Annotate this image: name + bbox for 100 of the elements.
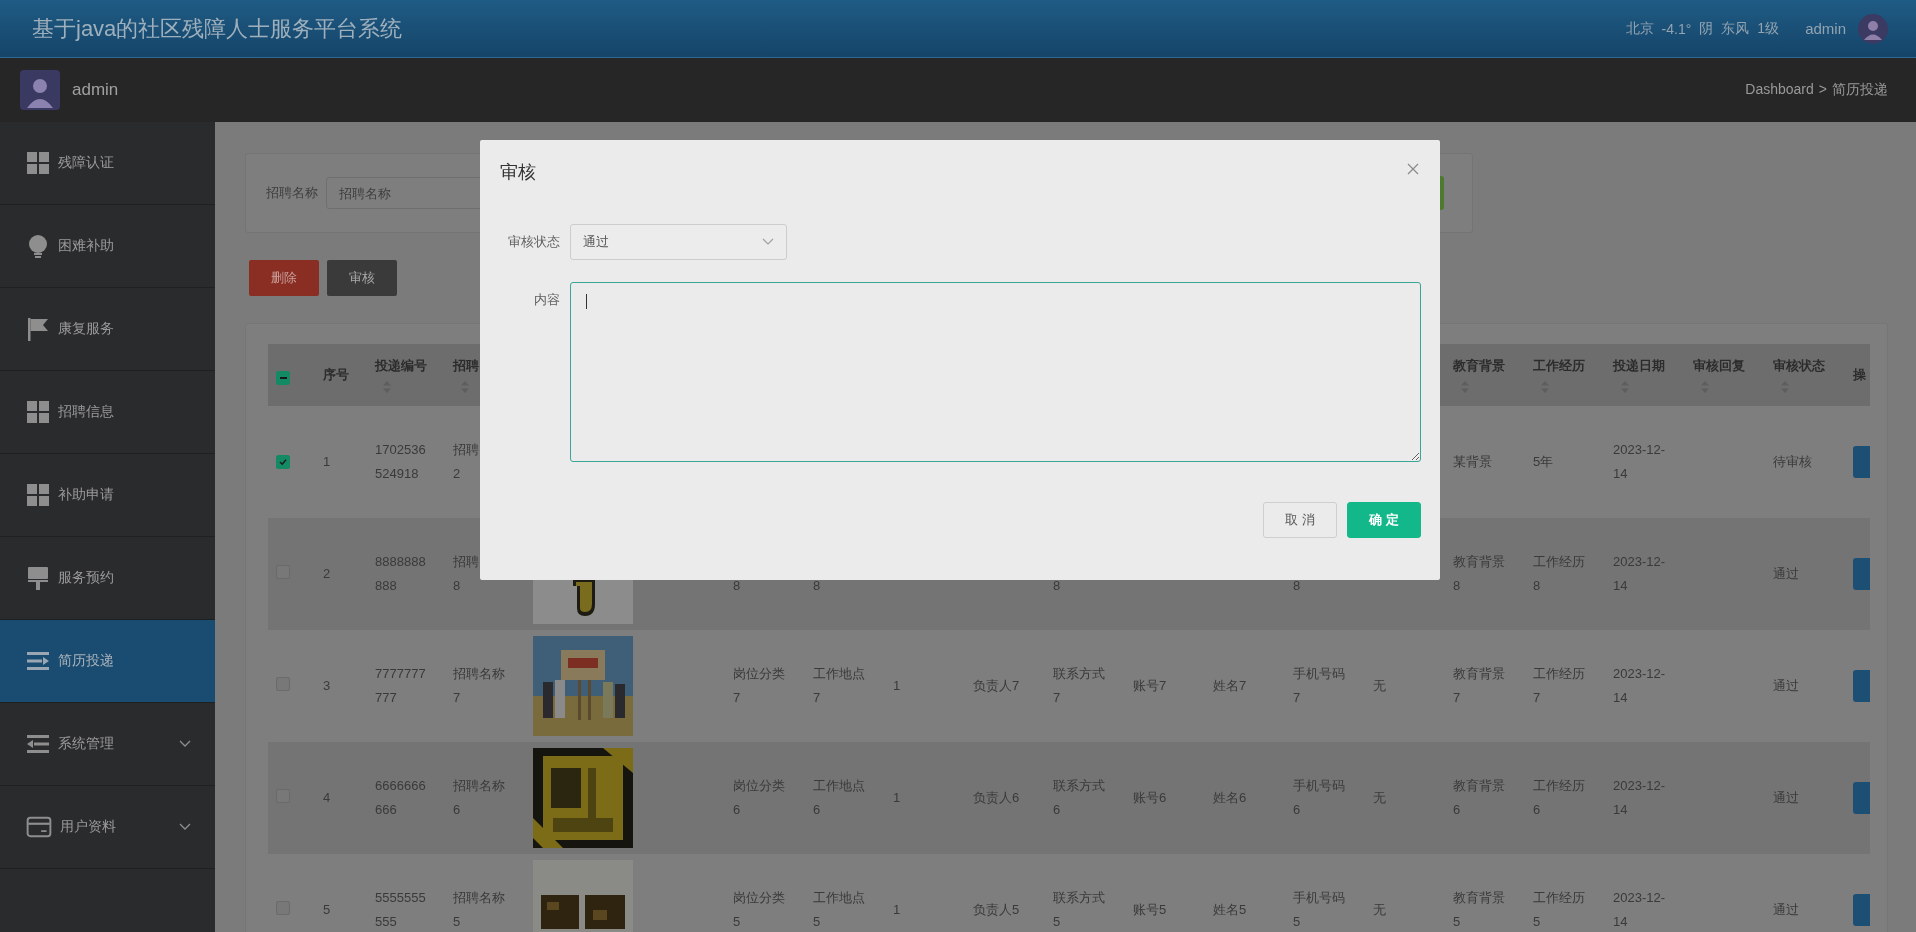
table-cell-text: 8888888888	[375, 553, 427, 595]
table-cell-text: 手机号码5	[1293, 889, 1346, 931]
table-cell-text: 岗位分类7	[733, 665, 786, 707]
weather-text: 阴	[1699, 19, 1714, 38]
table-cell-text: 负责人6	[973, 789, 1020, 807]
table-cell-text: 2023-12-14	[1613, 889, 1667, 931]
text-caret	[586, 294, 587, 309]
table-cell-text: 1	[893, 789, 901, 807]
sidebar-item[interactable]: 残障认证	[0, 122, 215, 205]
sidebar-item[interactable]: 简历投递	[0, 620, 215, 703]
column-header: 招聘	[453, 357, 479, 375]
table-cell-text: 3	[323, 677, 331, 695]
checkbox[interactable]	[276, 455, 290, 469]
paintbrush-icon	[26, 566, 50, 590]
grid-icon	[26, 400, 50, 424]
flag-icon	[26, 317, 50, 341]
table-cell-text: 通过	[1773, 565, 1799, 583]
weather-text: 北京	[1625, 19, 1654, 38]
table-cell-text: 工作地点5	[813, 889, 866, 931]
check-icon	[278, 457, 288, 467]
column-header: 审核回复	[1693, 357, 1745, 375]
field-label: 内容	[533, 291, 561, 309]
table-cell-text: 1	[893, 677, 901, 695]
table-cell-text: 2023-12-14	[1613, 665, 1667, 707]
sidebar-item[interactable]: 补助申请	[0, 454, 215, 537]
table-cell-text: 8	[1053, 577, 1061, 595]
table-cell-text: 无	[1373, 677, 1386, 695]
table-cell-text: 5	[323, 901, 331, 919]
close-button[interactable]	[1405, 161, 1421, 177]
weather-text: 东风	[1721, 19, 1750, 38]
grid-icon	[26, 151, 50, 175]
username: admin	[1805, 20, 1846, 37]
sidebar-item[interactable]: 系统管理	[0, 703, 215, 786]
table-cell-text: 1702536524918	[375, 441, 427, 483]
avatar-icon[interactable]	[1858, 13, 1888, 44]
breadcrumb-separator: >	[1818, 81, 1827, 99]
field-label: 招聘名称	[266, 184, 318, 202]
table-cell-text: 手机号码7	[1293, 665, 1346, 707]
table-cell-text: 岗位分类6	[733, 777, 786, 819]
table-cell-text: 负责人7	[973, 677, 1020, 695]
table-cell-text: 姓名7	[1213, 677, 1247, 695]
grid-icon	[26, 483, 50, 507]
delete-button[interactable]: 删除	[249, 260, 319, 296]
table-cell-text: 招聘名称7	[453, 665, 506, 707]
username: admin	[72, 80, 119, 100]
weather-text: 1级	[1757, 19, 1780, 38]
breadcrumb-item[interactable]: Dashboard	[1745, 81, 1814, 99]
table-cell-text: 通过	[1773, 789, 1799, 807]
table-cell-text: 1	[323, 453, 331, 471]
cancel-button[interactable]: 取 消	[1263, 502, 1337, 538]
table-cell-text: 7777777777	[375, 665, 427, 707]
table-cell-text: 6666666666	[375, 777, 427, 819]
breadcrumb-item: 简历投递	[1832, 81, 1888, 99]
table-cell-text: 教育背景7	[1453, 665, 1506, 707]
status-select[interactable]: 通过	[570, 224, 787, 260]
content-field[interactable]	[570, 282, 1421, 462]
table-cell-text: 联系方式5	[1053, 889, 1106, 931]
outdent-icon	[26, 732, 50, 756]
table-cell-text: 待审核	[1773, 453, 1812, 471]
chevron-icon	[762, 238, 774, 246]
table-cell-text: 岗位分类5	[733, 889, 786, 931]
table-cell-text: 无	[1373, 901, 1386, 919]
field-label: 审核状态	[507, 233, 561, 251]
table-cell-text: 8	[1293, 577, 1301, 595]
column-header: 序号	[323, 366, 349, 384]
column-header: 教育背景	[1453, 357, 1505, 375]
table-cell-text: 工作地点7	[813, 665, 866, 707]
table-cell-text: 8	[733, 577, 741, 595]
sidebar-item[interactable]: 康复服务	[0, 288, 215, 371]
table-cell-text: 4	[323, 789, 331, 807]
indent-icon	[26, 649, 50, 673]
table-cell-text: 1	[893, 901, 901, 919]
table-cell-text: 教育背景5	[1453, 889, 1506, 931]
table-cell-text: 某背景	[1453, 453, 1492, 471]
avatar-icon	[20, 70, 60, 110]
card-icon	[26, 814, 52, 840]
table-cell-text: 负责人5	[973, 901, 1020, 919]
lightbulb-icon	[26, 234, 50, 258]
sidebar-item[interactable]: 用户资料	[0, 786, 215, 869]
column-header: 工作经历	[1533, 357, 1585, 375]
table-cell-text: 5年	[1533, 453, 1554, 471]
sidebar-item[interactable]: 困难补助	[0, 205, 215, 288]
table-cell-text: 姓名5	[1213, 901, 1247, 919]
table-cell-text: 2023-12-14	[1613, 777, 1667, 819]
table-cell-text: 工作经历7	[1533, 665, 1586, 707]
table-cell-text: 账号7	[1133, 677, 1167, 695]
table-cell-text: 8	[813, 577, 821, 595]
table-cell-text: 2023-12-14	[1613, 553, 1667, 595]
review-button[interactable]: 审核	[327, 260, 397, 296]
table-cell-text: 5555555555	[375, 889, 427, 931]
column-header: 投递编号	[375, 357, 427, 375]
weather-text: -4.1°	[1661, 20, 1692, 37]
table-cell-text: 2023-12-14	[1613, 441, 1667, 483]
sidebar-item[interactable]: 招聘信息	[0, 371, 215, 454]
column-header: 操	[1853, 366, 1866, 384]
table-cell-text: 通过	[1773, 677, 1799, 695]
checkbox[interactable]	[276, 371, 290, 385]
column-header: 审核状态	[1773, 357, 1825, 375]
column-header: 投递日期	[1613, 357, 1665, 375]
table-cell-text: 账号5	[1133, 901, 1167, 919]
